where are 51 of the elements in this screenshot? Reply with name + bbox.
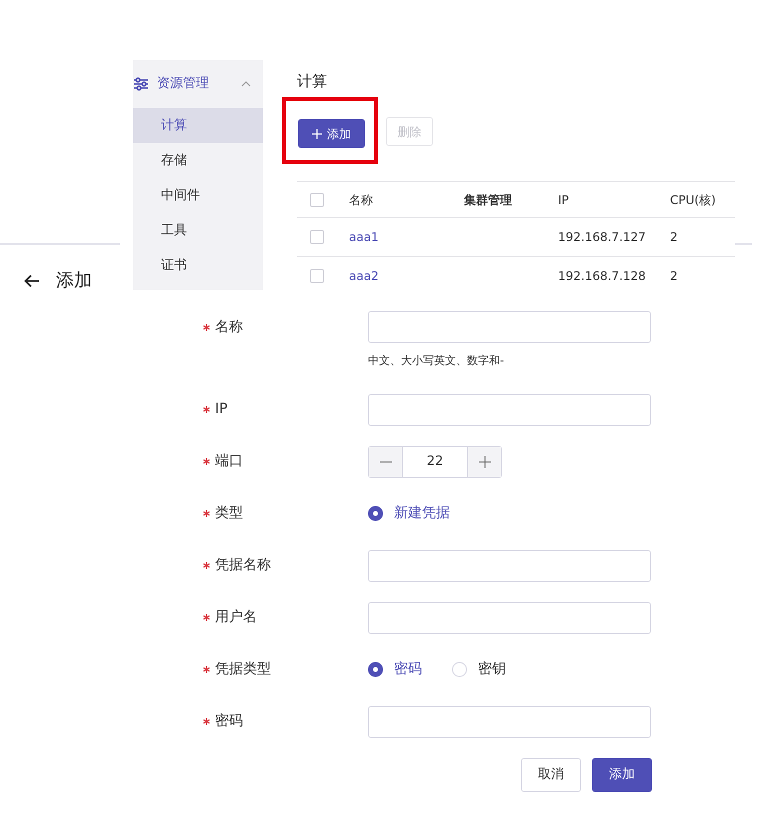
- minus-icon: [380, 460, 392, 462]
- number-stepper[interactable]: 22: [368, 446, 502, 478]
- sidebar-group-header[interactable]: 资源管理: [133, 60, 263, 108]
- field-label: 名称: [215, 318, 243, 336]
- table-cell-text: 192.168.7.127: [558, 229, 647, 246]
- cancel-button[interactable]: 取消: [521, 758, 581, 792]
- field-label: 凭据类型: [215, 660, 271, 679]
- radio-button[interactable]: [368, 506, 383, 521]
- field-label: IP: [215, 400, 228, 419]
- table-cell-text: 2: [670, 229, 679, 246]
- sidebar-item[interactable]: 工具: [133, 213, 263, 248]
- sidebar-item[interactable]: 计算: [133, 108, 263, 143]
- back-arrow-icon: [24, 274, 40, 288]
- column-header: CPU(核): [670, 192, 717, 208]
- input-field[interactable]: [368, 602, 651, 634]
- add-button[interactable]: 添加: [298, 119, 365, 148]
- input-field[interactable]: [368, 311, 651, 343]
- checkbox[interactable]: [310, 230, 324, 244]
- table-cell-text: 2: [670, 268, 679, 285]
- column-header: 集群管理: [464, 192, 513, 208]
- input-field[interactable]: [368, 706, 651, 738]
- checkbox[interactable]: [310, 269, 324, 283]
- name-link[interactable]: aaa1: [349, 228, 464, 246]
- sidebar-item[interactable]: 中间件: [133, 178, 263, 213]
- radio-option[interactable]: 密钥: [452, 659, 506, 680]
- column-header: 名称: [349, 192, 374, 208]
- name-link[interactable]: aaa2: [349, 267, 464, 285]
- plus-icon: [478, 456, 490, 468]
- caret-up-icon: [241, 81, 251, 87]
- form-title: 添加: [56, 269, 92, 293]
- radio-option[interactable]: 新建凭据: [368, 503, 450, 524]
- page-title: 计算: [297, 71, 328, 90]
- radio-button[interactable]: [452, 662, 467, 677]
- column-header: IP: [558, 192, 570, 208]
- field-label: 凭据名称: [215, 556, 271, 575]
- table-cell-text: 192.168.7.128: [558, 268, 647, 285]
- field-label: 用户名: [215, 608, 257, 627]
- radio-option[interactable]: 密码: [368, 659, 422, 680]
- sidebar-item[interactable]: 存储: [133, 143, 263, 178]
- input-field[interactable]: [368, 394, 651, 426]
- field-label: 密码: [215, 712, 243, 731]
- sidebar-item[interactable]: 证书: [133, 248, 263, 283]
- stepper-value: 22: [426, 452, 444, 471]
- radio-button[interactable]: [368, 662, 383, 677]
- checkbox[interactable]: [310, 192, 324, 206]
- input-field[interactable]: [368, 550, 651, 582]
- submit-button[interactable]: 添加: [592, 758, 652, 792]
- plus-icon: [312, 128, 322, 138]
- field-label: 端口: [215, 452, 243, 471]
- field-hint: 中文、大小写英文、数字和-: [368, 353, 505, 369]
- field-label: 类型: [215, 504, 243, 523]
